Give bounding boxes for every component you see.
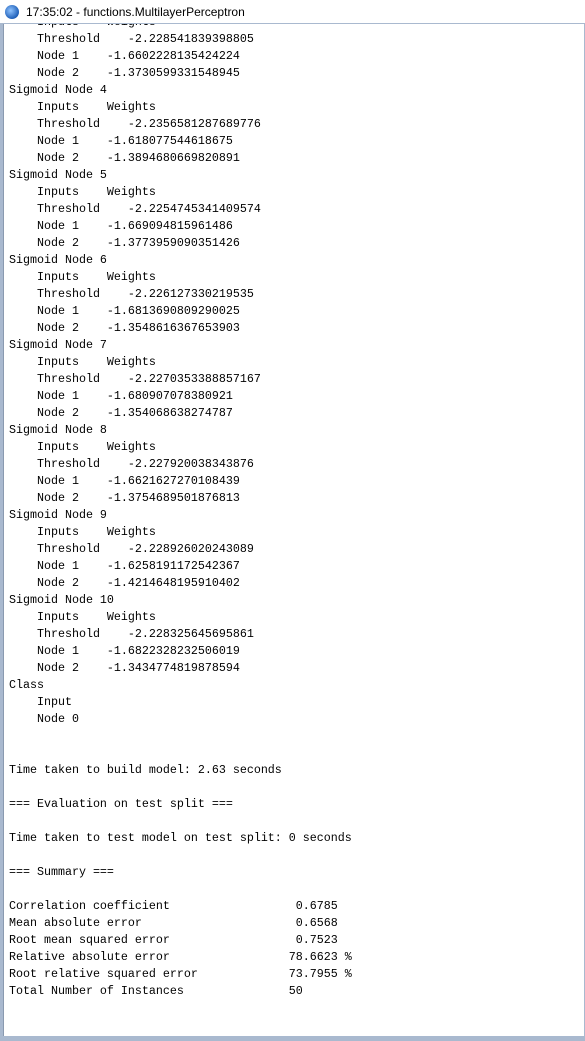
- output-line: Sigmoid Node 8: [9, 423, 107, 437]
- output-line: Threshold -2.226127330219535: [9, 287, 254, 301]
- output-line: Class: [9, 678, 44, 692]
- weka-app-icon: [5, 4, 19, 19]
- output-line: Node 1 -1.6813690809290025: [9, 304, 240, 318]
- output-line: Node 2 -1.3754689501876813: [9, 491, 240, 505]
- output-line: Node 2 -1.3730599331548945: [9, 66, 240, 80]
- output-line: Inputs Weights: [9, 24, 352, 31]
- output-line: Threshold -2.2270353388857167: [9, 372, 261, 386]
- output-line: Node 0: [9, 712, 79, 726]
- output-line: Node 1 -1.618077544618675: [9, 134, 233, 148]
- output-line: Input: [9, 695, 72, 709]
- output-line: Root mean squared error 0.7523: [9, 933, 338, 947]
- output-line: Threshold -2.228325645695861: [9, 627, 254, 641]
- output-line: Node 1 -1.6258191172542367: [9, 559, 240, 573]
- output-line: === Evaluation on test split ===: [9, 797, 233, 811]
- output-line: Node 2 -1.3548616367653903: [9, 321, 240, 335]
- output-line: Inputs Weights: [9, 355, 156, 369]
- output-line: Node 2 -1.4214648195910402: [9, 576, 240, 590]
- output-line: Inputs Weights: [9, 100, 156, 114]
- output-line: Node 1 -1.6602228135424224: [9, 49, 240, 63]
- output-line: Time taken to build model: 2.63 seconds: [9, 763, 282, 777]
- output-line: Sigmoid Node 9: [9, 508, 107, 522]
- output-line: Relative absolute error 78.6623 %: [9, 950, 352, 964]
- output-line: Total Number of Instances 50: [9, 984, 338, 998]
- output-line: Inputs Weights: [9, 610, 156, 624]
- output-line: Inputs Weights: [9, 185, 156, 199]
- output-line: === Summary ===: [9, 865, 114, 879]
- output-text-area[interactable]: Inputs Weights Threshold -2.228541839398…: [3, 24, 584, 1036]
- output-line: Mean absolute error 0.6568: [9, 916, 338, 930]
- title-bar: 17:35:02 - functions.MultilayerPerceptro…: [0, 0, 585, 23]
- output-line: Time taken to test model on test split: …: [9, 831, 352, 845]
- output-line: Sigmoid Node 6: [9, 253, 107, 267]
- output-line: Sigmoid Node 10: [9, 593, 114, 607]
- output-line: Node 2 -1.3434774819878594: [9, 661, 240, 675]
- output-line: Sigmoid Node 4: [9, 83, 107, 97]
- output-line: Node 1 -1.6822328232506019: [9, 644, 240, 658]
- output-line: Threshold -2.2356581287689776: [9, 117, 261, 131]
- output-line: Node 1 -1.6621627270108439: [9, 474, 240, 488]
- output-lines: Inputs Weights Threshold -2.228541839398…: [9, 24, 352, 1000]
- output-line: Root relative squared error 73.7955 %: [9, 967, 352, 981]
- output-line: Node 1 -1.669094815961486: [9, 219, 233, 233]
- output-line: Node 1 -1.680907078380921: [9, 389, 233, 403]
- output-line: Node 2 -1.354068638274787: [9, 406, 233, 420]
- output-line: Threshold -2.2254745341409574: [9, 202, 261, 216]
- output-line: Sigmoid Node 5: [9, 168, 107, 182]
- output-line: Correlation coefficient 0.6785: [9, 899, 338, 913]
- output-line: Threshold -2.228541839398805: [9, 32, 254, 46]
- output-line: Threshold -2.228926020243089: [9, 542, 254, 556]
- output-line: Threshold -2.227920038343876: [9, 457, 254, 471]
- output-window: Inputs Weights Threshold -2.228541839398…: [0, 23, 585, 1041]
- output-line: Inputs Weights: [9, 525, 156, 539]
- output-line: Inputs Weights: [9, 440, 156, 454]
- output-line: Inputs Weights: [9, 270, 156, 284]
- output-line: Node 2 -1.3894680669820891: [9, 151, 240, 165]
- window-title: 17:35:02 - functions.MultilayerPerceptro…: [26, 4, 245, 19]
- output-line: Sigmoid Node 7: [9, 338, 107, 352]
- output-line: Node 2 -1.3773959090351426: [9, 236, 240, 250]
